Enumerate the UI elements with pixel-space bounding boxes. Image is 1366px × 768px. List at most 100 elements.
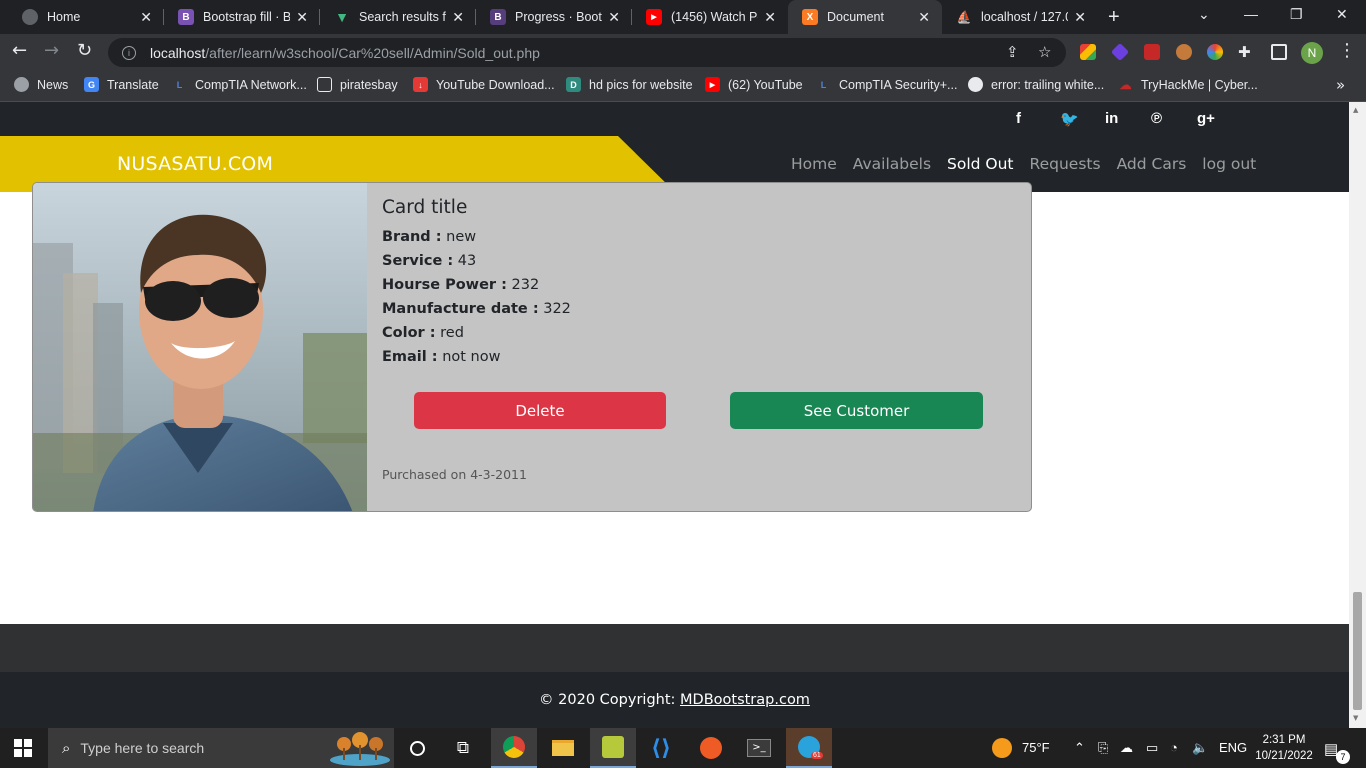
see-customer-button[interactable]: See Customer	[730, 392, 983, 429]
meet-now-icon[interactable]: ⎘	[1098, 740, 1108, 756]
bookmark-translate[interactable]: G Translate	[84, 77, 159, 92]
close-tab-icon[interactable]: ✕	[608, 9, 620, 26]
weather-sun-icon[interactable]	[992, 738, 1012, 758]
close-window-button[interactable]: ✕	[1336, 6, 1348, 23]
chrome-taskbar-icon[interactable]	[491, 728, 537, 768]
card-title: Card title	[382, 197, 468, 218]
postman-icon[interactable]	[688, 728, 734, 768]
volume-icon[interactable]: 🔈	[1192, 740, 1208, 756]
man-portrait-image	[33, 183, 367, 511]
pinterest-icon[interactable]: ℗	[1151, 110, 1162, 127]
nav-sold-out[interactable]: Sold Out	[947, 155, 1014, 173]
browser-menu-icon[interactable]: ⋮	[1338, 40, 1356, 61]
forward-button[interactable]: →	[44, 40, 59, 61]
nav-home[interactable]: Home	[791, 155, 837, 173]
extensions-puzzle-icon[interactable]: ✚	[1238, 43, 1251, 61]
linkedin-icon[interactable]: in	[1105, 110, 1118, 127]
youtube-icon: ▶	[705, 77, 720, 92]
windows-start-icon[interactable]	[14, 739, 32, 757]
weather-temperature[interactable]: 75°F	[1022, 740, 1050, 755]
bookmark-news[interactable]: News	[14, 77, 68, 92]
web-page: f 🐦 in ℗ g+ NUSASATU.COM Home Availabels…	[0, 102, 1349, 728]
mdbootstrap-link[interactable]: MDBootstrap.com	[680, 692, 810, 708]
extension-color-picker-icon[interactable]	[1207, 44, 1223, 60]
bootstrap-icon: B	[490, 9, 506, 25]
facebook-icon[interactable]: f	[1016, 110, 1021, 127]
tab-bootstrap-fill[interactable]: B Bootstrap fill · Bo ✕	[164, 0, 320, 34]
scroll-down-arrow-icon[interactable]: ▼	[1353, 714, 1358, 722]
bookmark-error-trailing[interactable]: error: trailing white...	[968, 77, 1104, 92]
bookmark-youtube-download[interactable]: ↓ YouTube Download...	[413, 77, 555, 92]
task-view-icon[interactable]: ⧉	[440, 728, 486, 768]
scroll-up-arrow-icon[interactable]: ▲	[1353, 106, 1358, 114]
nav-add-cars[interactable]: Add Cars	[1117, 155, 1187, 173]
taskbar-search[interactable]: ⌕ Type here to search	[48, 728, 394, 768]
minimize-button[interactable]: —	[1244, 6, 1258, 22]
close-tab-icon[interactable]: ✕	[1074, 9, 1086, 26]
battery-icon[interactable]: ▭	[1146, 740, 1158, 756]
file-explorer-icon[interactable]	[540, 728, 586, 768]
telegram-icon[interactable]: 61	[786, 728, 832, 768]
bookmark-comptia-network[interactable]: L CompTIA Network...	[172, 77, 307, 92]
wifi-icon[interactable]: ◔	[1170, 740, 1178, 755]
onedrive-icon[interactable]: ☁	[1120, 740, 1133, 756]
scrollbar-thumb[interactable]	[1353, 592, 1362, 710]
show-hidden-icons-icon[interactable]: ⌃	[1074, 740, 1085, 756]
close-tab-icon[interactable]: ✕	[452, 9, 464, 26]
twitter-icon[interactable]: 🐦	[1060, 110, 1079, 128]
cortana-icon[interactable]	[394, 728, 440, 768]
extension-purple-icon[interactable]	[1110, 42, 1130, 62]
share-icon[interactable]: ⇪	[1006, 43, 1019, 61]
site-brand[interactable]: NUSASATU.COM	[117, 153, 273, 175]
address-bar[interactable]: i localhost/after/learn/w3school/Car%20s…	[108, 38, 1066, 67]
reload-button[interactable]: ↻	[77, 40, 92, 61]
bookmark-tryhackme[interactable]: ☁ TryHackMe | Cyber...	[1118, 77, 1258, 92]
bookmark-label: hd pics for website	[589, 77, 693, 92]
page-scrollbar[interactable]: ▲ ▼	[1349, 102, 1366, 728]
search-icon: ⌕	[62, 739, 71, 757]
tab-phpmyadmin[interactable]: ⛵ localhost / 127.0. ✕	[942, 0, 1098, 34]
bookmarks-overflow-icon[interactable]: »	[1336, 76, 1345, 94]
language-indicator[interactable]: ENG	[1219, 740, 1247, 755]
bookmark-youtube[interactable]: ▶ (62) YouTube	[705, 77, 803, 92]
media-player-icon[interactable]	[590, 728, 636, 768]
nav-log-out[interactable]: log out	[1202, 155, 1256, 173]
nav-availabels[interactable]: Availabels	[853, 155, 931, 173]
tab-home[interactable]: Home ✕	[8, 0, 164, 34]
close-tab-icon[interactable]: ✕	[140, 9, 152, 26]
bookmark-star-icon[interactable]: ☆	[1038, 43, 1051, 61]
bookmark-label: News	[37, 77, 69, 92]
close-tab-icon[interactable]: ✕	[296, 9, 308, 26]
bookmark-piratesbay[interactable]: piratesbay	[317, 77, 398, 92]
bookmark-label: error: trailing white...	[991, 77, 1105, 92]
back-button[interactable]: ←	[12, 40, 27, 61]
bookmark-comptia-security[interactable]: L CompTIA Security+...	[816, 77, 958, 92]
tab-search-chevron-icon[interactable]: ⌄	[1198, 6, 1210, 23]
delete-button[interactable]: Delete	[414, 392, 666, 429]
tab-strip: Home ✕ B Bootstrap fill · Bo ✕ ▼ Search …	[0, 0, 1366, 34]
new-tab-button[interactable]: +	[1108, 6, 1120, 29]
taskbar-clock[interactable]: 2:31 PM 10/21/2022	[1248, 732, 1320, 764]
address-host: localhost	[150, 44, 206, 61]
extension-cookie-icon[interactable]	[1176, 44, 1192, 60]
restore-button[interactable]: ❐	[1290, 6, 1303, 23]
bookmark-hd-pics[interactable]: Dhd pics for website	[566, 77, 693, 92]
extension-colorful-icon[interactable]	[1080, 44, 1096, 60]
side-panel-icon[interactable]	[1271, 44, 1287, 60]
terminal-icon[interactable]: >_	[736, 728, 782, 768]
extension-mcafee-icon[interactable]	[1144, 44, 1160, 60]
tab-document-active[interactable]: X Document ✕	[788, 0, 942, 34]
nav-requests[interactable]: Requests	[1030, 155, 1101, 173]
tryhackme-icon: ☁	[1119, 77, 1132, 92]
profile-avatar[interactable]: N	[1301, 42, 1323, 64]
field-value: 232	[511, 277, 540, 293]
tab-youtube[interactable]: ▶ (1456) Watch Pe ✕	[632, 0, 788, 34]
social-topbar: f 🐦 in ℗ g+	[0, 102, 1349, 136]
close-tab-icon[interactable]: ✕	[918, 9, 930, 26]
close-tab-icon[interactable]: ✕	[764, 9, 776, 26]
tab-progress[interactable]: B Progress · Bootst ✕	[476, 0, 632, 34]
vscode-icon[interactable]: ⟨⟩	[638, 728, 684, 768]
google-plus-icon[interactable]: g+	[1197, 110, 1215, 127]
site-info-icon[interactable]: i	[122, 45, 136, 60]
tab-search-results[interactable]: ▼ Search results for ✕	[320, 0, 476, 34]
